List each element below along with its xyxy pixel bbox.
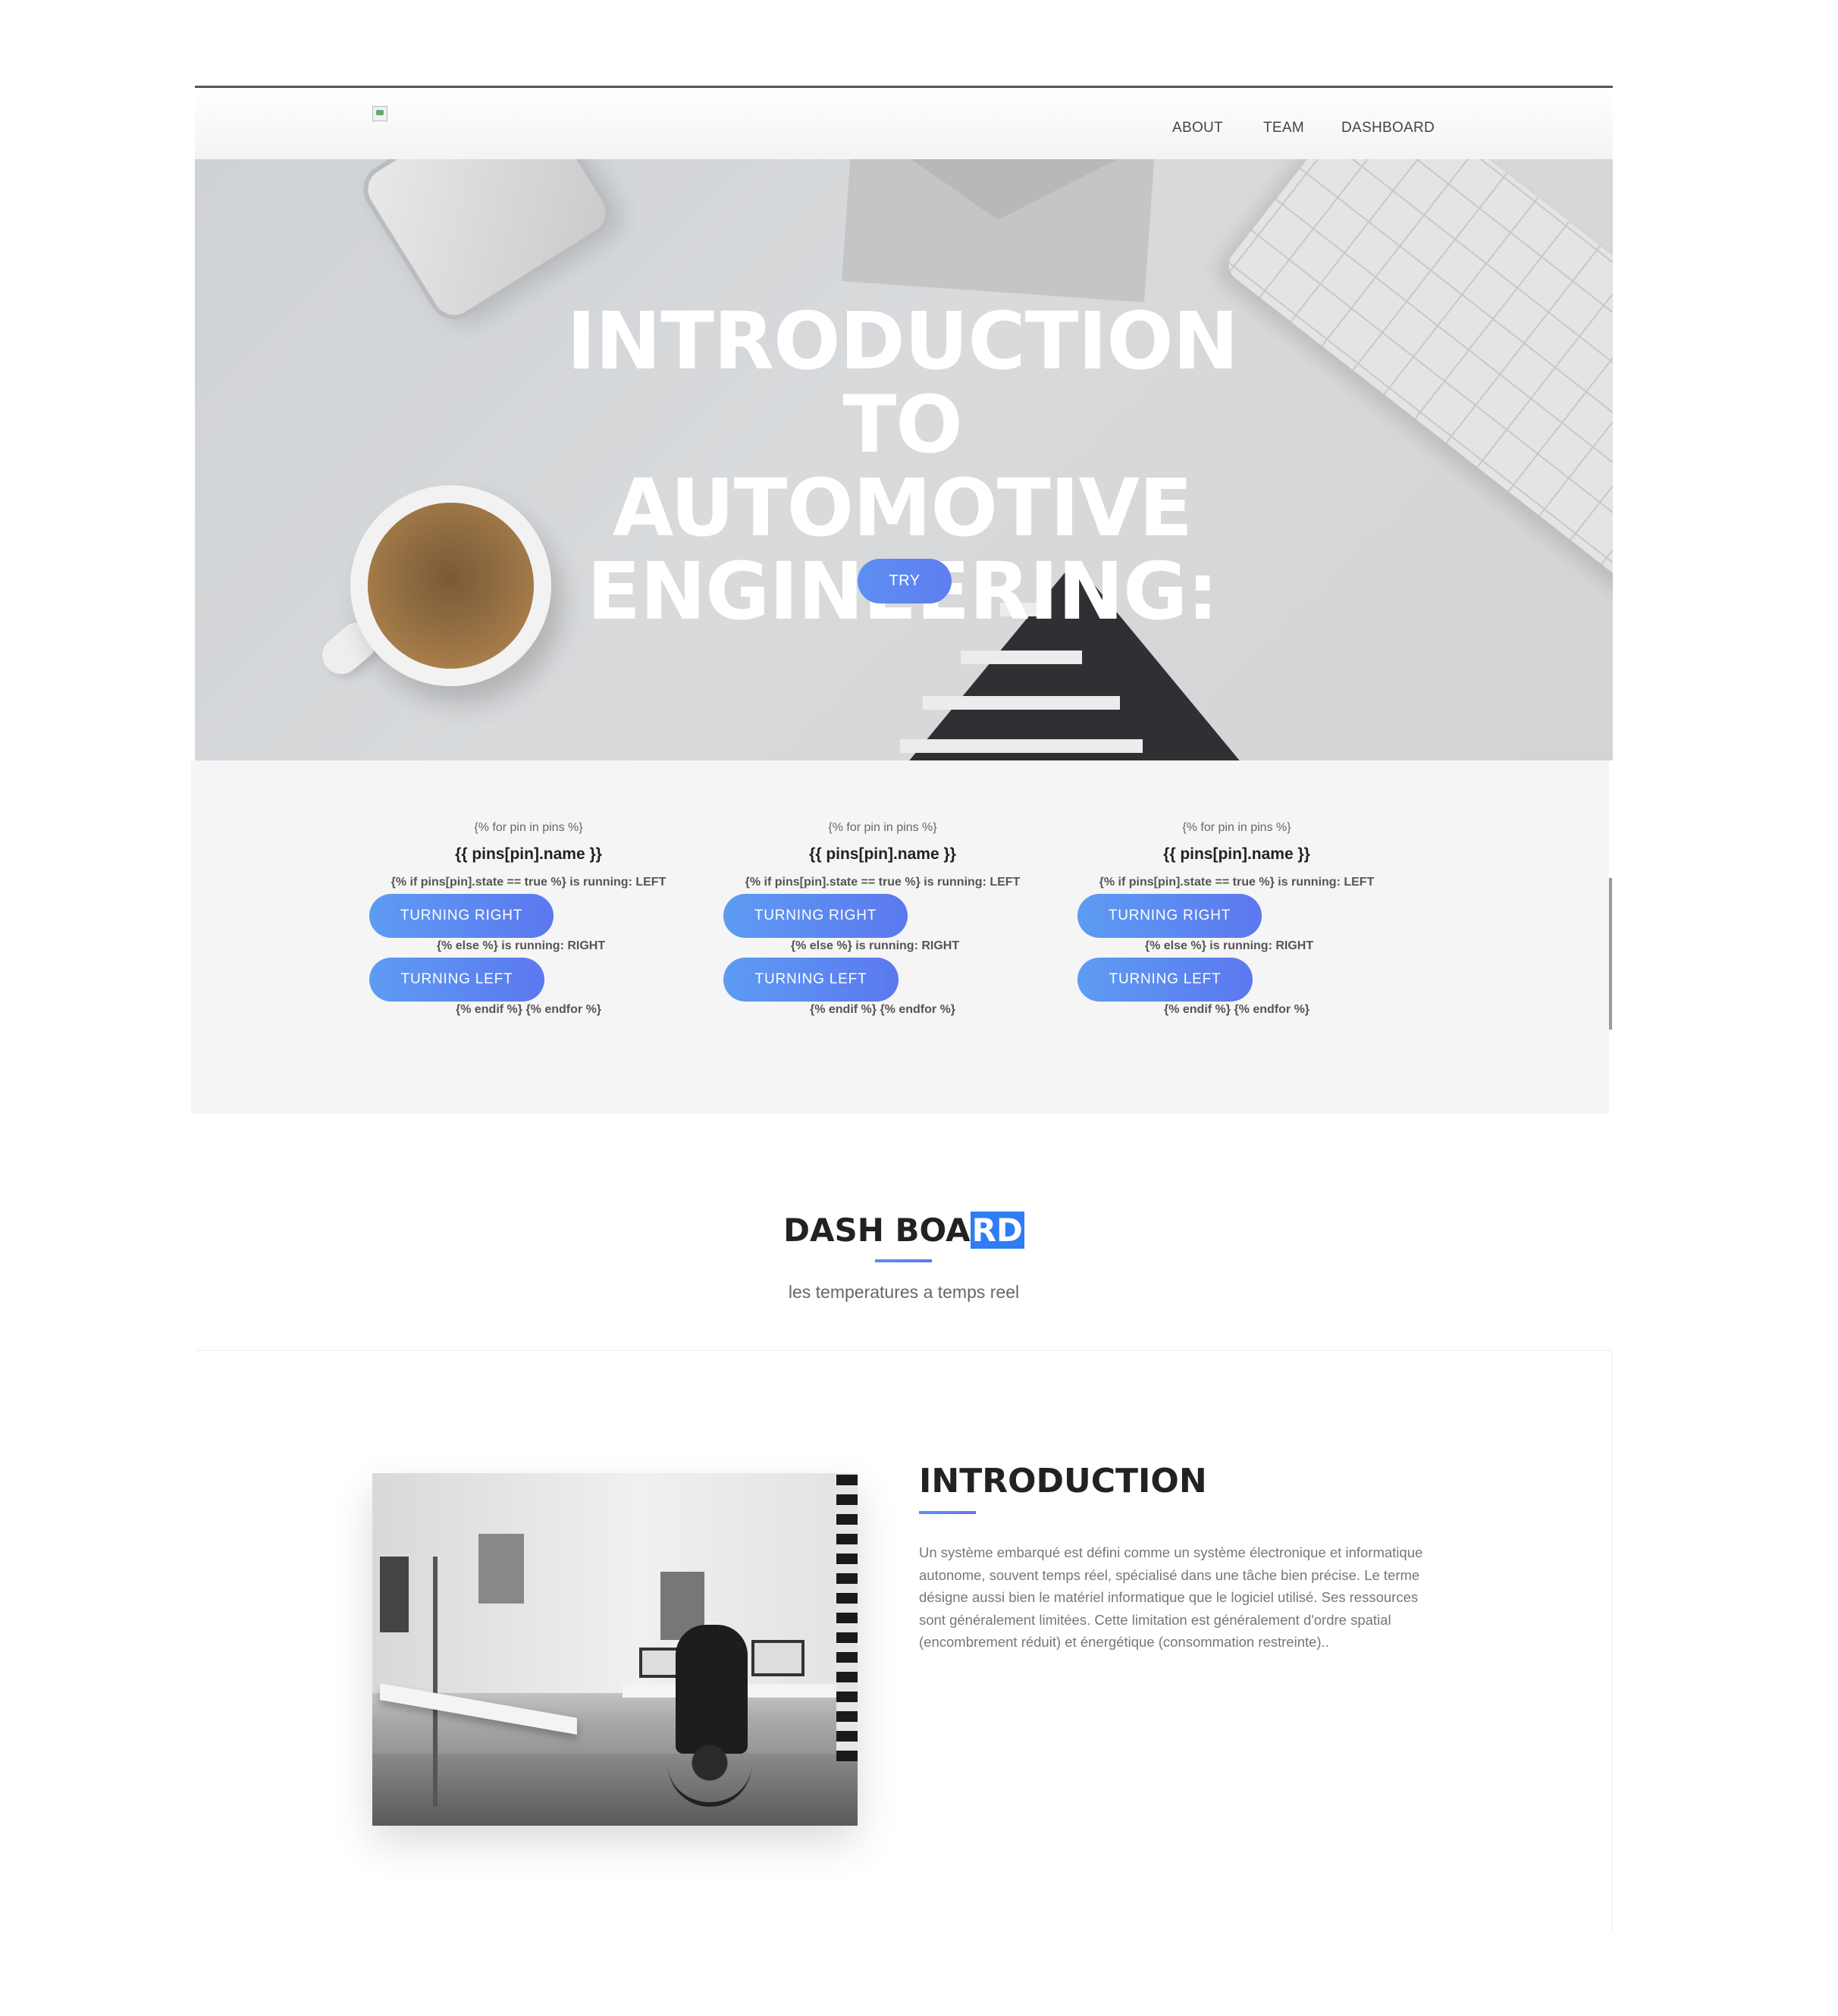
hero-section: INTRODUCTION TO AUTOMOTIVE ENGINEERING: …: [195, 159, 1613, 760]
hero-bg-stripe: [900, 739, 1143, 753]
pin-else-text: {% else %} is running: RIGHT: [790, 939, 960, 952]
hero-bg-keyboard: [1222, 159, 1613, 604]
turning-left-button[interactable]: TURNING LEFT: [1077, 958, 1253, 1002]
hero-title-line: INTRODUCTION: [566, 295, 1238, 387]
hero-bg-stripe: [923, 696, 1120, 710]
pin-end-text: {% endif %} {% endfor %}: [809, 1003, 956, 1016]
office-photo: [372, 1473, 858, 1826]
pin-card: {% for pin in pins %} {{ pins[pin].name …: [369, 760, 688, 1114]
section-edge: [1611, 1352, 1613, 1932]
pin-else-text: {% else %} is running: RIGHT: [436, 939, 606, 952]
photo-lamp: [433, 1557, 438, 1807]
navbar: ABOUT TEAM DASHBOARD: [195, 88, 1613, 159]
hero-bg-coffee: [368, 503, 534, 669]
introduction-title: INTRODUCTION: [919, 1462, 1207, 1500]
dashboard-title: DASH BOARD: [195, 1212, 1613, 1249]
section-divider: [195, 1350, 1613, 1351]
dashboard-title-text: DASH BOA: [783, 1212, 971, 1249]
pin-end-text: {% endif %} {% endfor %}: [455, 1003, 602, 1016]
pins-section: {% for pin in pins %} {{ pins[pin].name …: [191, 760, 1609, 1114]
photo-poster: [380, 1557, 409, 1632]
pin-end-text: {% endif %} {% endfor %}: [1163, 1003, 1310, 1016]
turning-left-button[interactable]: TURNING LEFT: [369, 958, 544, 1002]
turning-right-button[interactable]: TURNING RIGHT: [369, 894, 554, 938]
broken-image-logo-icon[interactable]: [372, 106, 387, 121]
pin-if-text: {% if pins[pin].state == true %} is runn…: [390, 876, 667, 889]
nav-link-team[interactable]: TEAM: [1263, 120, 1304, 136]
dashboard-title-selected-text: RD: [970, 1212, 1024, 1249]
hero-bg-stripe: [961, 651, 1082, 664]
photo-floor: [372, 1754, 858, 1826]
photo-chair: [668, 1723, 751, 1807]
pin-loop-text: {% for pin in pins %}: [474, 821, 583, 834]
nav-link-dashboard[interactable]: DASHBOARD: [1341, 120, 1435, 136]
turning-right-button[interactable]: TURNING RIGHT: [1077, 894, 1262, 938]
pin-loop-text: {% for pin in pins %}: [828, 821, 937, 834]
photo-monitor: [751, 1640, 805, 1676]
try-button[interactable]: TRY: [858, 559, 952, 604]
pin-card: {% for pin in pins %} {{ pins[pin].name …: [1077, 760, 1396, 1114]
nav-link-about[interactable]: ABOUT: [1172, 120, 1223, 136]
pin-if-text: {% if pins[pin].state == true %} is runn…: [745, 876, 1021, 889]
pin-name: {{ pins[pin].name }}: [1163, 845, 1310, 863]
photo-blinds: [836, 1473, 858, 1761]
photo-poster: [478, 1534, 524, 1604]
pin-card: {% for pin in pins %} {{ pins[pin].name …: [723, 760, 1042, 1114]
pin-else-text: {% else %} is running: RIGHT: [1144, 939, 1314, 952]
pin-name: {{ pins[pin].name }}: [455, 845, 602, 863]
dashboard-subtitle: les temperatures a temps reel: [788, 1282, 1020, 1302]
pin-loop-text: {% for pin in pins %}: [1182, 821, 1291, 834]
dashboard-title-underline: [875, 1259, 932, 1262]
page-frame: ABOUT TEAM DASHBOARD INTRODUCTION TO AUT…: [191, 86, 1613, 1936]
turning-right-button[interactable]: TURNING RIGHT: [723, 894, 908, 938]
turning-left-button[interactable]: TURNING LEFT: [723, 958, 899, 1002]
hero-title-line: TO AUTOMOTIVE: [612, 378, 1193, 554]
introduction-title-underline: [919, 1511, 976, 1514]
hero-bg-envelope: [841, 159, 1156, 303]
pin-if-text: {% if pins[pin].state == true %} is runn…: [1099, 876, 1375, 889]
scrollbar-thumb[interactable]: [1609, 878, 1612, 1030]
introduction-text: Un système embarqué est défini comme un …: [919, 1544, 1423, 1650]
pin-name: {{ pins[pin].name }}: [809, 845, 956, 863]
